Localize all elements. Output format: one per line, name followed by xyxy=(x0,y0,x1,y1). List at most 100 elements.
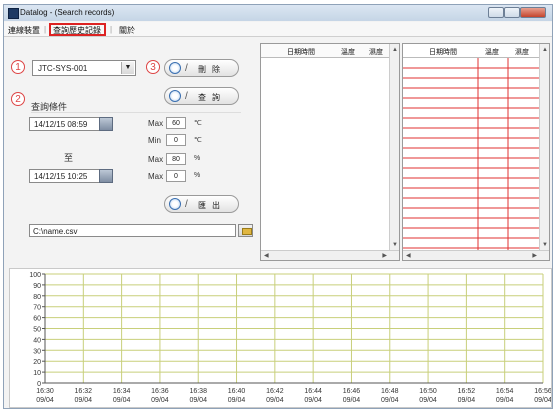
chevron-down-icon[interactable]: ▼ xyxy=(121,62,134,74)
vertical-scrollbar[interactable]: ▲ ▼ xyxy=(539,44,549,260)
records-table-right[interactable]: 日期時間 溫度 濕度 ▲ ▼ ◀ ▶ xyxy=(402,43,550,261)
table-grid-lines xyxy=(403,58,542,253)
col-header-humidity: 濕度 xyxy=(369,49,383,56)
x-tick-time-label: 16:34 xyxy=(113,388,131,395)
x-tick-date-label: 09/04 xyxy=(228,397,246,404)
x-tick-date-label: 09/04 xyxy=(381,397,399,404)
x-tick-time-label: 16:48 xyxy=(381,388,399,395)
x-tick-time-label: 16:52 xyxy=(458,388,476,395)
x-tick-date-label: 09/04 xyxy=(496,397,514,404)
chart-panel: 0 10 20 30 40 50 60 70 80 90 100 16:30 09/04 16:32 09/… xyxy=(9,268,552,408)
export-path-field[interactable]: C:\name.csv xyxy=(29,224,236,237)
humidity-max-input[interactable]: 80 xyxy=(166,153,186,165)
end-datetime-value: 14/12/15 10:25 xyxy=(34,172,88,181)
start-datetime-value: 14/12/15 08:59 xyxy=(34,120,88,129)
temp-max-input[interactable]: 60 xyxy=(166,117,186,129)
menu-separator: | xyxy=(44,25,47,34)
scroll-right-icon[interactable]: ▶ xyxy=(382,252,387,259)
temp-min-input[interactable]: 0 xyxy=(166,134,186,146)
horizontal-scrollbar[interactable]: ◀ ▶ xyxy=(261,250,399,260)
scroll-left-icon[interactable]: ◀ xyxy=(264,252,269,259)
humidity-min-input[interactable]: 0 xyxy=(166,170,186,182)
table-header: 日期時間 溫度 濕度 xyxy=(403,44,549,58)
calendar-icon[interactable] xyxy=(99,169,113,183)
humidity-max-label: Max xyxy=(148,155,164,164)
x-tick-date-label: 09/04 xyxy=(151,397,169,404)
delete-button-label: 刪除 xyxy=(198,65,226,74)
menu-connect-device[interactable]: 連線裝置 xyxy=(8,25,40,36)
delete-button[interactable]: / 刪除 xyxy=(164,59,239,77)
x-tick-date-label: 09/04 xyxy=(343,397,361,404)
calendar-icon[interactable] xyxy=(99,117,113,131)
y-tick-label: 0 xyxy=(37,381,41,388)
y-tick-label: 80 xyxy=(33,294,41,301)
temp-max-label: Max xyxy=(148,119,164,128)
section-divider xyxy=(31,112,241,113)
x-tick-date-label: 09/04 xyxy=(189,397,207,404)
humidity-min-unit: % xyxy=(194,172,201,179)
x-tick-time-label: 16:38 xyxy=(189,388,207,395)
device-select-value: JTC-SYS-001 xyxy=(38,64,88,73)
y-tick-label: 100 xyxy=(29,272,41,279)
x-tick-date-label: 09/04 xyxy=(266,397,284,404)
vertical-scrollbar[interactable]: ▲ ▼ xyxy=(389,44,399,260)
y-tick-label: 40 xyxy=(33,337,41,344)
x-tick-date-label: 09/04 xyxy=(419,397,437,404)
y-tick-label: 30 xyxy=(33,348,41,355)
x-tick-time-label: 16:46 xyxy=(343,388,361,395)
horizontal-scrollbar[interactable]: ◀ ▶ xyxy=(403,250,549,260)
maximize-button[interactable] xyxy=(504,7,520,18)
x-tick-date-label: 09/04 xyxy=(534,397,551,404)
humidity-max-unit: % xyxy=(194,155,201,162)
x-tick-time-label: 16:44 xyxy=(304,388,322,395)
browse-folder-button[interactable] xyxy=(238,224,253,237)
menu-about[interactable]: 關於 xyxy=(119,25,135,36)
app-icon xyxy=(8,8,19,19)
menu-bar: 連線裝置 | 查詢歷史記錄 | 關於 xyxy=(4,22,552,37)
slash-glyph: / xyxy=(185,199,188,210)
x-tick-time-label: 16:32 xyxy=(75,388,93,395)
x-tick-time-label: 16:54 xyxy=(496,388,514,395)
export-icon xyxy=(169,198,181,210)
x-tick-time-label: 16:30 xyxy=(36,388,54,395)
scroll-right-icon[interactable]: ▶ xyxy=(532,252,537,259)
col-header-datetime: 日期時間 xyxy=(429,49,457,56)
step-marker-3: 3 xyxy=(146,60,160,74)
query-button[interactable]: / 查詢 xyxy=(164,87,239,105)
export-path-value: C:\name.csv xyxy=(33,227,78,236)
close-button[interactable] xyxy=(520,7,546,18)
x-tick-time-label: 16:56 xyxy=(534,388,551,395)
export-button[interactable]: / 匯出 xyxy=(164,195,239,213)
x-tick-date-label: 09/04 xyxy=(304,397,322,404)
x-tick-date-label: 09/04 xyxy=(113,397,131,404)
folder-icon xyxy=(242,228,252,235)
x-tick-time-label: 16:42 xyxy=(266,388,284,395)
window-title: Datalog - (Search records) xyxy=(20,8,115,17)
y-tick-label: 50 xyxy=(33,327,41,334)
to-label: 至 xyxy=(64,153,74,163)
scroll-up-icon[interactable]: ▲ xyxy=(392,47,398,53)
x-tick-date-label: 09/04 xyxy=(458,397,476,404)
query-button-label: 查詢 xyxy=(198,93,226,102)
y-tick-label: 20 xyxy=(33,359,41,366)
minimize-button[interactable] xyxy=(488,7,504,18)
y-tick-label: 10 xyxy=(33,370,41,377)
scroll-up-icon[interactable]: ▲ xyxy=(542,47,548,53)
x-tick-time-label: 16:40 xyxy=(228,388,246,395)
scroll-down-icon[interactable]: ▼ xyxy=(542,242,548,248)
export-button-label: 匯出 xyxy=(198,201,226,210)
col-header-humidity: 濕度 xyxy=(515,49,529,56)
col-header-datetime: 日期時間 xyxy=(287,49,315,56)
x-tick-time-label: 16:36 xyxy=(151,388,169,395)
table-header: 日期時間 溫度 濕度 xyxy=(261,44,399,58)
y-tick-label: 60 xyxy=(33,316,41,323)
scroll-left-icon[interactable]: ◀ xyxy=(406,252,411,259)
search-icon xyxy=(169,90,181,102)
x-tick-date-label: 09/04 xyxy=(75,397,93,404)
scroll-down-icon[interactable]: ▼ xyxy=(392,242,398,248)
records-table-left[interactable]: 日期時間 溫度 濕度 ▲ ▼ ◀ ▶ xyxy=(260,43,400,261)
highlight-box xyxy=(49,23,106,36)
delete-icon xyxy=(169,62,181,74)
device-select[interactable]: JTC-SYS-001 ▼ xyxy=(32,60,136,76)
app-window: Datalog - (Search records) 連線裝置 | 查詢歷史記錄… xyxy=(3,4,553,409)
